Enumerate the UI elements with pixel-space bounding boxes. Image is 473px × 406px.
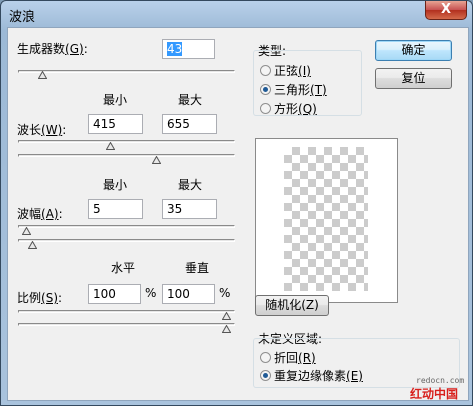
type-option-triangle-hotkey: (T) bbox=[310, 83, 327, 97]
amplitude-min-slider-thumb[interactable] bbox=[22, 227, 31, 235]
scale-vertical-input[interactable]: 100 bbox=[162, 284, 215, 304]
wavelength-max-slider-thumb[interactable] bbox=[152, 156, 161, 164]
wavelength-label: 波长(W): bbox=[17, 121, 66, 138]
type-option-sine[interactable]: 正弦(I) bbox=[274, 62, 311, 79]
wavelength-max-header: 最大 bbox=[178, 93, 203, 107]
undefined-radio-repeat-edge[interactable] bbox=[260, 370, 271, 381]
title-bar[interactable]: 波浪 X bbox=[1, 1, 472, 27]
wavelength-min-slider-thumb[interactable] bbox=[106, 142, 115, 150]
scale-label-text: 比例 bbox=[17, 291, 42, 305]
preview-panel bbox=[255, 138, 398, 303]
scale-vertical-unit: % bbox=[219, 286, 231, 300]
type-option-square-hotkey: (Q) bbox=[298, 102, 317, 116]
undefined-radio-wrap[interactable] bbox=[260, 352, 271, 363]
undefined-option-repeat-edge[interactable]: 重复边缘像素(E) bbox=[274, 367, 363, 384]
generators-hotkey: (G) bbox=[65, 42, 84, 56]
generators-value: 43 bbox=[167, 42, 183, 56]
amplitude-colon: : bbox=[58, 207, 63, 221]
ok-button[interactable]: 确定 bbox=[375, 40, 452, 61]
undefined-option-wrap-hotkey: (R) bbox=[298, 351, 316, 365]
scale-colon: : bbox=[58, 291, 63, 305]
amplitude-label: 波幅(A): bbox=[17, 205, 63, 222]
type-option-sine-hotkey: (I) bbox=[298, 64, 311, 78]
wavelength-colon: : bbox=[62, 123, 67, 137]
type-option-square[interactable]: 方形(Q) bbox=[274, 100, 317, 117]
type-radio-square[interactable] bbox=[260, 103, 271, 114]
scale-horizontal-slider-track[interactable] bbox=[18, 310, 235, 313]
wavelength-max-slider-track[interactable] bbox=[18, 154, 235, 157]
window-title: 波浪 bbox=[9, 10, 36, 25]
amplitude-max-header: 最大 bbox=[178, 178, 203, 192]
type-option-triangle[interactable]: 三角形(T) bbox=[274, 81, 327, 98]
amplitude-max-slider-thumb[interactable] bbox=[28, 241, 37, 249]
amplitude-min-input[interactable]: 5 bbox=[88, 199, 143, 219]
amplitude-label-text: 波幅 bbox=[17, 207, 42, 221]
scale-vertical-slider-thumb[interactable] bbox=[222, 325, 231, 333]
generators-input[interactable]: 43 bbox=[162, 39, 215, 59]
watermark-url: redocn.com bbox=[416, 376, 465, 385]
amplitude-hotkey: (A) bbox=[41, 207, 59, 221]
amplitude-max-input[interactable]: 35 bbox=[162, 199, 217, 219]
wavelength-label-text: 波长 bbox=[17, 123, 42, 137]
scale-horizontal-header: 水平 bbox=[111, 261, 136, 275]
scale-horizontal-input[interactable]: 100 bbox=[88, 284, 141, 304]
wavelength-min-slider-track[interactable] bbox=[18, 140, 235, 143]
generators-label: 生成器数(G): bbox=[17, 40, 88, 57]
generators-colon: : bbox=[83, 42, 88, 56]
scale-vertical-header: 垂直 bbox=[185, 261, 210, 275]
undefined-option-repeat-edge-hotkey: (E) bbox=[346, 369, 363, 383]
type-radio-sine[interactable] bbox=[260, 65, 271, 76]
type-radio-triangle-dot bbox=[263, 87, 268, 92]
undefined-radio-repeat-edge-dot bbox=[263, 373, 268, 378]
undefined-option-wrap[interactable]: 折回(R) bbox=[274, 349, 316, 366]
type-option-square-text: 方形 bbox=[274, 102, 299, 116]
scale-horizontal-unit: % bbox=[145, 286, 157, 300]
generators-slider-thumb[interactable] bbox=[38, 71, 47, 79]
amplitude-max-slider-track[interactable] bbox=[18, 239, 235, 242]
scale-horizontal-slider-thumb[interactable] bbox=[222, 312, 231, 320]
wavelength-min-header: 最小 bbox=[103, 93, 128, 107]
randomize-button[interactable]: 随机化(Z) bbox=[255, 295, 329, 316]
dialog-client: 生成器数(G): 43 最小 最大 波长(W): 415 655 最小 最大 波… bbox=[7, 27, 469, 401]
undefined-option-wrap-text: 折回 bbox=[274, 351, 299, 365]
wavelength-max-input[interactable]: 655 bbox=[162, 114, 217, 134]
type-radio-triangle[interactable] bbox=[260, 84, 271, 95]
amplitude-min-header: 最小 bbox=[103, 178, 128, 192]
scale-label: 比例(S): bbox=[17, 289, 62, 306]
generators-label-text: 生成器数 bbox=[17, 42, 66, 56]
reset-button[interactable]: 复位 bbox=[375, 68, 452, 89]
dialog-window: 波浪 X 生成器数(G): 43 最小 最大 波长(W): 415 655 最小… bbox=[0, 0, 473, 406]
close-button[interactable]: X bbox=[425, 1, 467, 20]
wavelength-min-input[interactable]: 415 bbox=[88, 114, 143, 134]
type-option-triangle-text: 三角形 bbox=[274, 83, 311, 97]
undefined-option-repeat-edge-text: 重复边缘像素 bbox=[274, 369, 347, 383]
watermark-brand: 红动中国 bbox=[410, 387, 459, 401]
transparency-checkerboard bbox=[284, 147, 368, 291]
type-option-sine-text: 正弦 bbox=[274, 64, 299, 78]
scale-hotkey: (S) bbox=[41, 291, 58, 305]
scale-vertical-slider-track[interactable] bbox=[18, 323, 235, 326]
generators-slider-track[interactable] bbox=[18, 70, 235, 73]
amplitude-min-slider-track[interactable] bbox=[18, 225, 235, 228]
wavelength-hotkey: (W) bbox=[41, 123, 63, 137]
